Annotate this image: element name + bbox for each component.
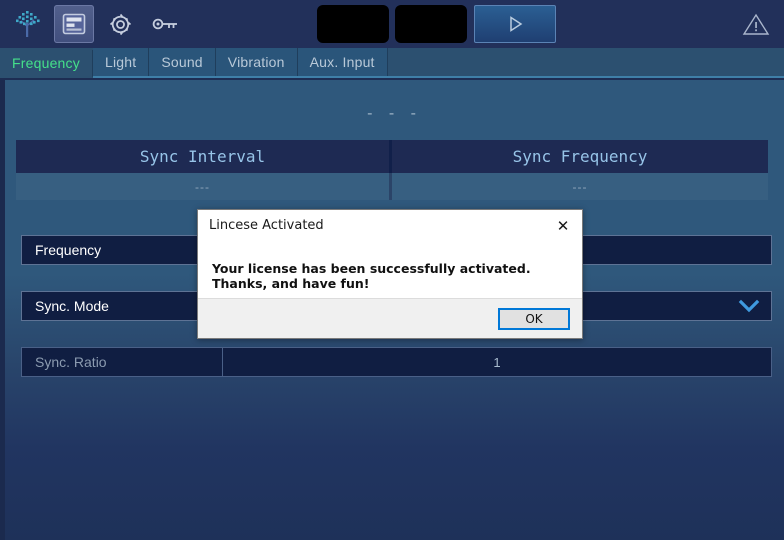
license-activated-dialog: Lincese Activated ✕ Your license has bee… [197,209,583,339]
close-icon[interactable]: ✕ [544,210,582,241]
play-button[interactable] [474,5,556,43]
chevron-down-icon [738,299,760,313]
sync-frequency-value: --- [392,173,768,200]
play-triangle-icon [510,16,523,32]
dialog-titlebar: Lincese Activated ✕ [198,210,582,241]
status-dashes: - - - [367,105,422,122]
dialog-title: Lincese Activated [209,218,324,233]
top-toolbar [0,0,784,48]
display-readout-1 [317,5,389,43]
sync-ratio-label: Sync. Ratio [21,347,223,377]
tab-aux-input[interactable]: Aux. Input [297,48,388,76]
sync-table: Sync Interval Sync Frequency --- --- [16,140,768,200]
sync-interval-header: Sync Interval [16,140,392,173]
ok-button[interactable]: OK [498,307,570,330]
sync-table-value-row: --- --- [16,173,768,200]
sync-table-header-row: Sync Interval Sync Frequency [16,140,768,173]
tree-logo-icon[interactable] [8,5,48,43]
key-icon[interactable] [146,5,186,43]
sync-ratio-value: 1 [223,347,772,377]
gear-icon[interactable] [100,5,140,43]
frequency-label: Frequency [21,235,221,265]
sync-mode-label: Sync. Mode [21,291,221,321]
warning-icon[interactable] [740,9,772,39]
dialog-body: Your license has been successfully activ… [198,241,582,298]
application-window: Frequency Light Sound Vibration Aux. Inp… [0,0,784,540]
dialog-footer: OK [198,298,582,338]
tab-bar: Frequency Light Sound Vibration Aux. Inp… [0,48,784,78]
display-readout-2 [395,5,467,43]
dialog-message: Your license has been successfully activ… [212,261,531,291]
tab-vibration[interactable]: Vibration [215,48,298,76]
panel-layout-icon[interactable] [54,5,94,43]
tab-sound[interactable]: Sound [149,48,216,76]
sync-interval-value: --- [16,173,392,200]
tab-light[interactable]: Light [92,48,150,76]
tab-frequency[interactable]: Frequency [0,50,93,78]
sync-frequency-header: Sync Frequency [392,140,768,173]
sync-ratio-row: Sync. Ratio 1 [21,347,772,377]
